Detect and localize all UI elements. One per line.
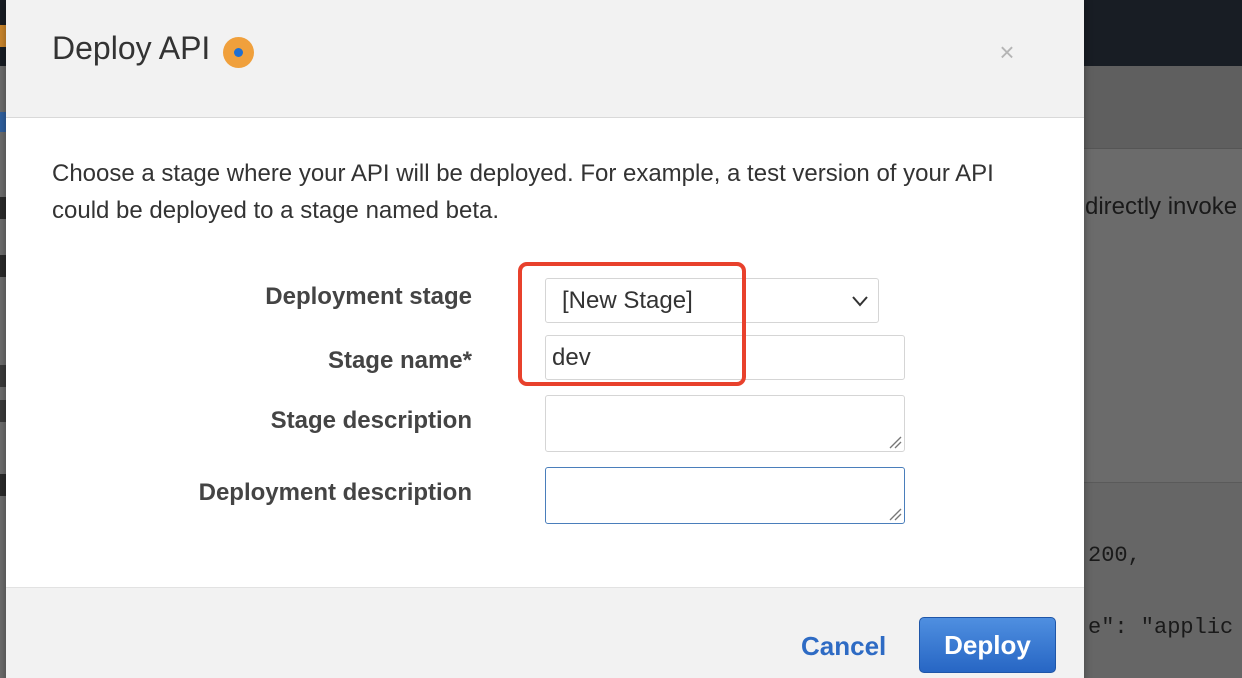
resize-handle-icon[interactable]	[888, 435, 902, 449]
stage-description-label: Stage description	[270, 407, 472, 434]
background-code-line: e": "applic	[1088, 615, 1234, 640]
deployment-description-label: Deployment description	[198, 479, 472, 506]
deployment-description-textarea[interactable]	[545, 467, 905, 524]
background-text: directly invoke	[1085, 193, 1238, 220]
deployment-stage-label: Deployment stage	[265, 283, 472, 310]
chevron-down-icon	[852, 296, 868, 307]
dialog-footer: Cancel Deploy	[6, 587, 1084, 678]
deployment-stage-selected-value: [New Stage]	[562, 287, 693, 314]
stage-name-label: Stage name*	[327, 347, 472, 374]
info-icon[interactable]	[223, 37, 254, 68]
cancel-button[interactable]: Cancel	[801, 631, 886, 662]
resize-handle-icon[interactable]	[888, 507, 902, 521]
deploy-button[interactable]: Deploy	[919, 617, 1056, 673]
dialog-title: Deploy API	[52, 30, 211, 66]
stage-description-textarea[interactable]	[545, 395, 905, 452]
background-code-line: 200,	[1088, 543, 1141, 568]
page: directly invoke 200, e": "applic Deploy …	[0, 0, 1242, 678]
close-icon[interactable]: ×	[996, 38, 1018, 66]
stage-name-value: dev	[552, 344, 591, 371]
stage-name-input[interactable]: dev	[545, 335, 905, 380]
background-code-area	[1084, 482, 1242, 678]
deploy-api-dialog: Deploy API × Choose a stage where your A…	[6, 0, 1084, 678]
dialog-description: Choose a stage where your API will be de…	[52, 160, 994, 224]
dialog-header: Deploy API ×	[6, 0, 1084, 118]
deployment-stage-select[interactable]: [New Stage]	[545, 278, 879, 323]
background-header-strip	[1084, 66, 1242, 149]
